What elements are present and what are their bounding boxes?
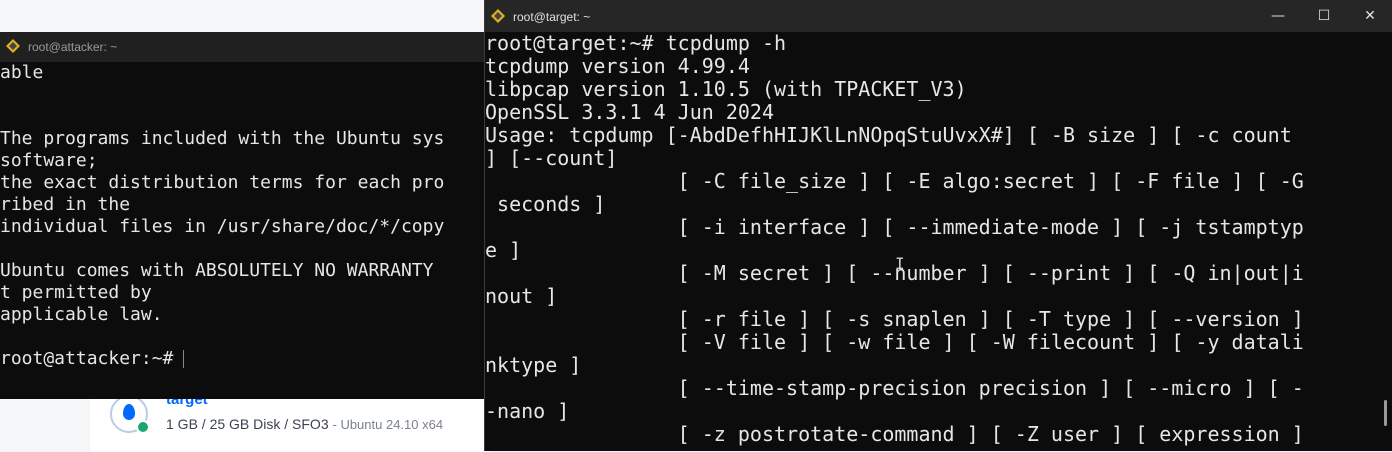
terminal-line: seconds ] bbox=[485, 192, 606, 216]
terminal-line: software; bbox=[0, 150, 98, 171]
terminal-line: [ -z postrotate-command ] [ -Z user ] [ … bbox=[485, 422, 1304, 446]
attacker-terminal-window[interactable]: root@attacker: ~ able The programs includ… bbox=[0, 32, 486, 399]
target-window-title: root@target: ~ bbox=[513, 10, 591, 24]
maximize-button[interactable]: ☐ bbox=[1301, 0, 1347, 32]
close-button[interactable]: ✕ bbox=[1347, 0, 1392, 32]
droplet-specs: 1 GB / 25 GB Disk / SFO3 - Ubuntu 24.10 … bbox=[166, 416, 443, 432]
attacker-terminal-output[interactable]: able The programs included with the Ubunt… bbox=[0, 62, 486, 370]
terminal-line: [ -M secret ] [ --number ] [ --print ] [… bbox=[485, 261, 1304, 285]
minimize-button[interactable]: — bbox=[1255, 0, 1301, 32]
attacker-titlebar[interactable]: root@attacker: ~ bbox=[0, 32, 486, 62]
terminal-line: The programs included with the Ubuntu sy… bbox=[0, 128, 445, 149]
terminal-line: libpcap version 1.10.5 (with TPACKET_V3) bbox=[485, 77, 967, 101]
terminal-line: able bbox=[0, 62, 44, 83]
target-titlebar[interactable]: root@target: ~ — ☐ ✕ bbox=[485, 0, 1392, 32]
terminal-line: [ -V file ] [ -w file ] [ -W filecount ]… bbox=[485, 330, 1304, 354]
terminal-line: ] [--count] bbox=[485, 146, 618, 170]
terminal-line: nout ] bbox=[485, 284, 558, 308]
terminal-line: Ubuntu comes with ABSOLUTELY NO WARRANTY bbox=[0, 260, 434, 281]
scrollbar[interactable] bbox=[1384, 400, 1387, 426]
terminal-line: OpenSSL 3.3.1 4 Jun 2024 bbox=[485, 100, 774, 124]
terminal-line: Usage: tcpdump [-AbdDefhHIJKlLnNOpqStuUv… bbox=[485, 123, 1292, 147]
droplet-os: - Ubuntu 24.10 x64 bbox=[332, 417, 444, 432]
linux-tux-icon bbox=[6, 39, 20, 53]
terminal-line: [ --time-stamp-precision precision ] [ -… bbox=[485, 376, 1304, 400]
linux-tux-icon bbox=[491, 9, 505, 23]
terminal-line: tcpdump version 4.99.4 bbox=[485, 54, 750, 78]
terminal-line: applicable law. bbox=[0, 304, 163, 325]
terminal-cursor bbox=[183, 350, 185, 368]
attacker-window-title: root@attacker: ~ bbox=[28, 40, 118, 54]
droplet-icon bbox=[110, 395, 150, 434]
terminal-line: -nano ] bbox=[485, 399, 570, 423]
terminal-line: [ -C file_size ] [ -E algo:secret ] [ -F… bbox=[485, 169, 1304, 193]
terminal-line: nktype ] bbox=[485, 353, 582, 377]
target-terminal-output[interactable]: root@target:~# tcpdump -h tcpdump version… bbox=[485, 32, 1392, 446]
terminal-line: the exact distribution terms for each pr… bbox=[0, 172, 445, 193]
target-terminal-window[interactable]: root@target: ~ — ☐ ✕ root@target:~# tcpd… bbox=[484, 0, 1392, 451]
terminal-line: ribed in the bbox=[0, 194, 131, 215]
terminal-line: [ -r file ] [ -s snaplen ] [ -T type ] [… bbox=[485, 307, 1304, 331]
droplet-specs-text: 1 GB / 25 GB Disk / SFO3 bbox=[166, 416, 329, 432]
terminal-line: individual files in /usr/share/doc/*/cop… bbox=[0, 216, 445, 237]
terminal-line: root@attacker:~# bbox=[0, 348, 486, 370]
terminal-line: e ] bbox=[485, 238, 522, 262]
status-online-icon bbox=[136, 420, 150, 434]
terminal-line: [ -i interface ] [ --immediate-mode ] [ … bbox=[485, 215, 1304, 239]
terminal-line: t permitted by bbox=[0, 282, 152, 303]
water-drop-icon bbox=[123, 404, 135, 420]
terminal-line: root@target:~# tcpdump -h bbox=[485, 31, 787, 55]
text-cursor-icon: I bbox=[895, 254, 905, 273]
